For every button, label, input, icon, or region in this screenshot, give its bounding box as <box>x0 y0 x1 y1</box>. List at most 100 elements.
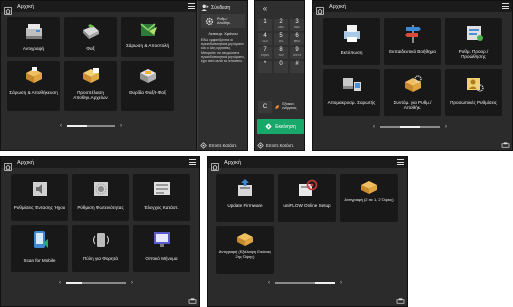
status-monitor-button[interactable]: Εποπτ.Κατάστ. <box>257 141 304 150</box>
top-bar: Αρχική <box>313 1 512 15</box>
keypad-key[interactable]: 7 PQRS <box>258 47 272 59</box>
uniflow-setup-icon <box>299 179 318 196</box>
keypad-key[interactable]: 0 <box>274 61 288 73</box>
tile-fax-inbox[interactable]: Θυρίδα Φαξ/Ι-Φαξ <box>121 61 174 111</box>
tile-mobile-portal[interactable]: Πύλη για Φορητά <box>72 225 129 272</box>
clear-key[interactable]: C <box>258 101 272 113</box>
tile-label: Πύλη για Φορητά <box>82 256 118 261</box>
page-indicator: ‹ › <box>60 123 122 129</box>
page-scrollbar[interactable] <box>275 281 335 285</box>
status-monitor-button[interactable]: Εποπτ.Κατάστ. <box>200 141 247 150</box>
tile-label: Προσωπικές Ρυθμίσεις <box>450 100 497 105</box>
sleep-message: Εδώ εμφανίζονται οι προειδοποιητικά μηνύ… <box>201 38 245 64</box>
tile-scan-send[interactable]: Σάρωση & Αποστολή <box>121 17 174 57</box>
tile-personal-settings[interactable]: Προσωπικές Ρυθμίσεις <box>445 69 502 116</box>
status-monitor-icon <box>257 142 264 149</box>
home-icon[interactable] <box>211 158 223 171</box>
chevron-left-icon[interactable]: ‹ <box>268 280 270 286</box>
keypad-panel: « C Εξοικον. ενέργειας Εκκίνηση Εποπτ.Κα… <box>254 0 305 151</box>
tile-visual-message[interactable]: Οπτικό Μήνυμα <box>133 225 190 272</box>
tile-scan-store[interactable]: Σάρωση & Αποθήκευση <box>7 61 60 111</box>
tile-copy[interactable]: Αντιγραφή <box>7 17 60 57</box>
home-icon[interactable] <box>4 158 16 171</box>
keypad-key[interactable]: # <box>290 61 304 73</box>
tile-label: Αντιγραφή (Εξάλειψη Εικόνας 2ης Όψης) <box>218 249 272 259</box>
status-check-icon <box>153 182 170 195</box>
chevron-right-icon[interactable]: › <box>131 280 133 286</box>
energy-saver-label: Εξοικον. ενέργειας <box>282 102 297 110</box>
page-scrollbar[interactable] <box>67 124 115 128</box>
remote-scanner-icon <box>342 78 361 91</box>
keypad-key[interactable]: 9 WXYZ <box>290 47 304 59</box>
energy-saver-icon <box>275 105 280 109</box>
collapse-button[interactable]: « <box>258 5 272 13</box>
sleep-title: Λειτουρ. Χρόνου <box>208 31 238 36</box>
tile-stored-files[interactable]: Προσπέλαση Αποθηκ.Αρχείων <box>64 61 117 111</box>
user-login-icon <box>201 4 209 11</box>
page-indicator: ‹ › <box>373 124 447 130</box>
top-bar: Αρχική <box>208 157 407 171</box>
home-icon[interactable] <box>316 2 328 15</box>
tile-destination-settings[interactable]: Ρυθμ. Προορ./ Προώθησης <box>445 18 502 65</box>
tile-label: Αντιγραφή (2 σε 1, 2 Όψεις) <box>344 197 394 202</box>
login-button[interactable]: Σύνδεση <box>201 3 245 12</box>
copy-2on1-icon <box>361 181 377 194</box>
chevron-left-icon[interactable]: ‹ <box>60 123 62 129</box>
keypad-key[interactable]: 2 ABC <box>274 19 288 31</box>
keypad-key[interactable]: * <box>258 61 272 73</box>
volume-icon <box>32 182 47 196</box>
tile-brightness[interactable]: Ρύθμιση Φωτεινότητας <box>72 174 129 221</box>
menu-icon[interactable] <box>502 3 509 9</box>
tile-label: Αντιγραφή <box>22 46 45 51</box>
tile-label: Θυρίδα Φαξ/Ι-Φαξ <box>128 90 167 95</box>
keypad-key[interactable]: 6 MNO <box>290 33 304 45</box>
keypad-key[interactable]: 3 DEF <box>290 19 304 31</box>
tile-copy-erase[interactable]: Αντιγραφή (Εξάλειψη Εικόνας 2ης Όψης) <box>216 226 274 274</box>
chevron-left-icon[interactable]: ‹ <box>373 124 375 130</box>
tile-label: Απομακρυσμ. Σαρωτής <box>327 100 376 105</box>
start-button[interactable]: Εκκίνηση <box>257 119 304 134</box>
chevron-left-icon[interactable]: ‹ <box>59 280 61 286</box>
menu-icon[interactable] <box>189 159 196 165</box>
keypad-key[interactable]: 8 TUV <box>274 47 288 59</box>
scan-mobile-icon <box>33 231 48 248</box>
printer-status-icon[interactable] <box>396 298 405 305</box>
page-title: Αρχική <box>224 159 241 166</box>
page-title: Αρχική <box>17 3 34 10</box>
menu-icon[interactable] <box>397 159 404 165</box>
chevron-right-icon[interactable]: › <box>120 123 122 129</box>
tile-uniflow-setup[interactable]: uniFLOW Online Setup <box>278 174 336 222</box>
home-screen-3: Αρχική Ρυθμίσεις Έντασης Ήχου Ρύθμιση Φω… <box>0 156 200 307</box>
tutorial-signpost-icon <box>404 25 421 43</box>
tile-scan-mobile[interactable]: Scan for Mobile <box>11 225 68 272</box>
keypad-key[interactable]: 4 GHI <box>258 33 272 45</box>
page-scrollbar[interactable] <box>380 125 440 129</box>
brightness-icon <box>93 182 108 196</box>
energy-saver-button[interactable]: Εξοικον. ενέργειας <box>274 101 304 113</box>
printer-status-icon[interactable] <box>501 142 510 149</box>
gear-icon <box>205 17 214 25</box>
tile-remote-scanner[interactable]: Απομακρυσμ. Σαρωτής <box>323 69 380 116</box>
tile-settings-shortcut[interactable]: Συντόμ. για Ρυθμ./Αποθήκ. <box>384 69 441 116</box>
chevron-right-icon[interactable]: › <box>340 280 342 286</box>
tile-copy-2on1[interactable]: Αντιγραφή (2 σε 1, 2 Όψεις) <box>340 174 398 222</box>
home-icon[interactable] <box>4 2 16 15</box>
tile-status-check[interactable]: Έλεγχος Κατάστ. <box>133 174 190 221</box>
tile-volume[interactable]: Ρυθμίσεις Έντασης Ήχου <box>11 174 68 221</box>
status-monitor-label: Εποπτ.Κατάστ. <box>209 143 238 148</box>
tile-fax[interactable]: Φαξ <box>64 17 117 57</box>
page-title: Αρχική <box>17 159 34 166</box>
tile-tutorial[interactable]: Εκπαιδευτικό Βοήθημα <box>384 18 441 65</box>
chevron-right-icon[interactable]: › <box>445 124 447 130</box>
tile-update-firmware[interactable]: Update Firmware <box>216 174 274 222</box>
keypad-key[interactable]: 5 JKL <box>274 33 288 45</box>
keypad-key[interactable]: 1 <box>258 19 272 31</box>
page-indicator: ‹ › <box>268 280 342 286</box>
tile-print[interactable]: Εκτύπωση <box>323 18 380 65</box>
tile-label: Προσπέλαση Αποθηκ.Αρχείων <box>73 90 108 101</box>
settings-button[interactable]: Ρυθμ./ Αποθήκ. <box>201 14 245 28</box>
scan-store-icon <box>25 67 42 83</box>
printer-status-icon[interactable] <box>188 298 197 305</box>
page-scrollbar[interactable] <box>66 281 126 285</box>
menu-icon[interactable] <box>188 3 195 9</box>
